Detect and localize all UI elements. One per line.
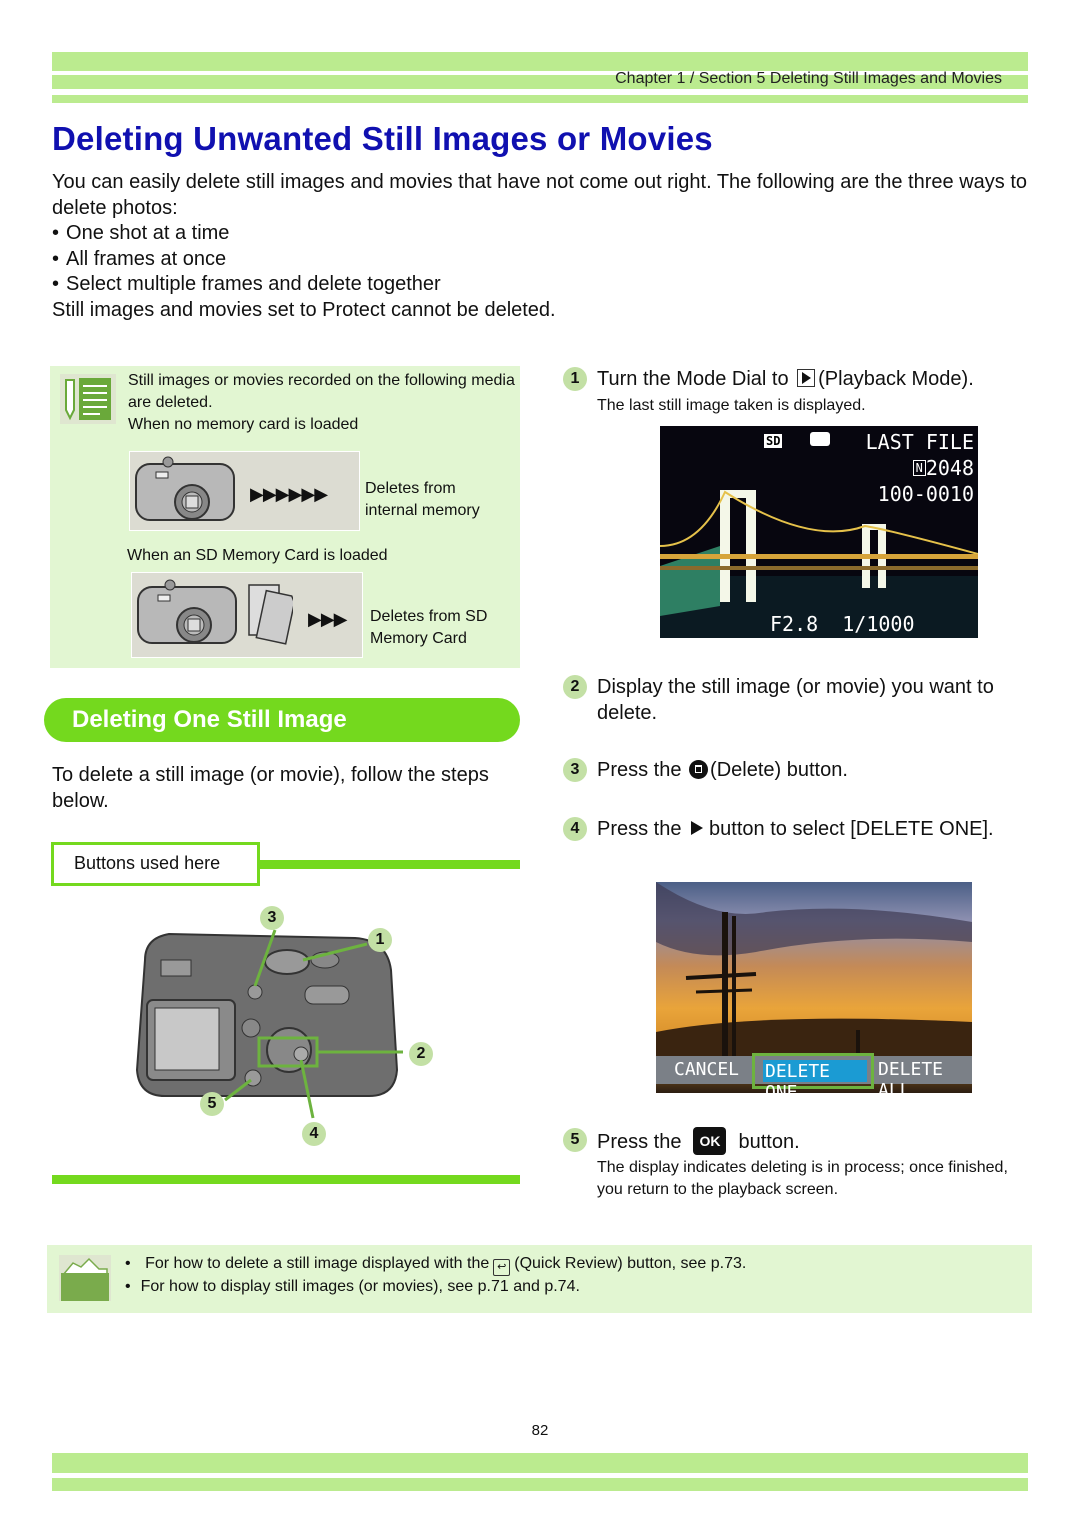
step-3-text: Press the (Delete) button.	[597, 757, 848, 783]
menu-selection-highlight: DELETE ONE	[752, 1053, 874, 1093]
camera-icon	[135, 456, 235, 521]
internal-memory-label: Deletes from internal memory	[365, 478, 480, 522]
delete-trash-icon	[689, 760, 709, 779]
step-text-part: (Playback Mode).	[818, 368, 974, 390]
label-line: Deletes from	[365, 480, 456, 497]
sd-card-label: Deletes from SD Memory Card	[370, 606, 487, 650]
menu-cancel[interactable]: CANCEL	[674, 1059, 739, 1080]
chapter-breadcrumb: Chapter 1 / Section 5 Deleting Still Ima…	[615, 70, 1002, 87]
step-text-part: Press the	[597, 759, 682, 781]
right-arrow-icon	[691, 821, 704, 835]
intro-lead: You can easily delete still images and m…	[52, 171, 1027, 219]
label-line: Deletes from SD	[370, 608, 488, 625]
buttons-used-label: Buttons used here	[51, 842, 260, 886]
note-panel: Still images or movies recorded on the f…	[50, 366, 520, 668]
step-text-part: (Delete) button.	[710, 759, 848, 781]
step-number: 4	[563, 817, 587, 841]
tip-panel: For how to delete a still image displaye…	[47, 1245, 1032, 1313]
section-intro: To delete a still image (or movie), foll…	[52, 764, 489, 812]
step-number: 1	[563, 367, 587, 391]
arrows-icon: ▶▶▶	[308, 609, 348, 629]
tip-text: (Quick Review) button, see p.73.	[514, 1255, 747, 1272]
intro-bullet: Select multiple frames and delete togeth…	[52, 272, 1032, 298]
memo-pencil-icon	[60, 374, 116, 424]
label-line: internal memory	[365, 502, 480, 519]
intro-bullet: All frames at once	[52, 247, 1032, 273]
step-5-subtext: The display indicates deleting is in pro…	[597, 1159, 1008, 1198]
callout-5: 5	[200, 1092, 224, 1116]
step-text-part: Turn the Mode Dial to	[597, 368, 789, 390]
ok-button-icon: OK	[693, 1127, 727, 1155]
camera-icon	[137, 579, 237, 644]
intro-closing: Still images and movies set to Protect c…	[52, 298, 556, 321]
tip-text: For how to delete a still image displaye…	[145, 1255, 490, 1272]
step-text-part: button to select [DELETE ONE].	[709, 818, 994, 840]
section-heading-text: Deleting One Still Image	[72, 706, 347, 733]
playback-mode-icon	[797, 369, 816, 387]
step-1-subtext: The last still image taken is displayed.	[597, 397, 866, 414]
menu-delete-one[interactable]: DELETE ONE	[765, 1061, 871, 1093]
callout-3: 3	[260, 906, 284, 930]
divider	[257, 860, 520, 869]
step-number: 5	[563, 1128, 587, 1152]
section-heading: Deleting One Still Image	[44, 698, 520, 742]
header-bar-top	[52, 52, 1028, 71]
page-number: 82	[531, 1422, 549, 1439]
intro-bullet: One shot at a time	[52, 221, 1032, 247]
step-2-text: Display the still image (or movie) you w…	[597, 676, 994, 724]
last-file-label: LAST FILE	[865, 430, 974, 454]
lcd-screen-last-file: SD LAST FILE N 2048 100-0010 F2.8 1/1000	[660, 426, 978, 638]
step-text-part: Press the	[597, 1131, 682, 1153]
divider	[52, 1175, 520, 1184]
header-bar-bottom	[52, 95, 1028, 103]
quality-badge: N	[912, 460, 926, 476]
no-card-heading: When no memory card is loaded	[128, 416, 359, 433]
buttons-used-text: Buttons used here	[74, 853, 221, 873]
page-title: Deleting Unwanted Still Images or Movies	[52, 120, 713, 157]
sd-badge: SD	[764, 434, 783, 448]
tip-item: For how to display still images (or movi…	[125, 1276, 746, 1298]
hint-hand-icon	[59, 1255, 111, 1301]
intro-text: You can easily delete still images and m…	[52, 170, 1032, 323]
callout-4: 4	[302, 1122, 326, 1146]
camera-mode-icon	[810, 432, 830, 446]
quick-review-icon: ↩	[493, 1259, 511, 1276]
footer-bar-bottom	[52, 1478, 1028, 1491]
sd-card-icon	[248, 584, 293, 645]
footer-bar-top	[52, 1453, 1028, 1473]
step-text-part: button.	[738, 1131, 800, 1153]
step-5-text: Press the OK button.	[597, 1127, 800, 1155]
exposure-info: F2.8 1/1000	[770, 612, 915, 636]
note-text: Still images or movies recorded on the f…	[128, 370, 518, 436]
tip-item: For how to delete a still image displaye…	[125, 1253, 746, 1276]
step-text-part: Press the	[597, 818, 682, 840]
menu-delete-all[interactable]: DELETE ALL	[878, 1059, 972, 1093]
callout-2: 2	[409, 1042, 433, 1066]
callout-1: 1	[368, 928, 392, 952]
sd-card-illustration: ▶▶▶	[131, 572, 363, 658]
step-number: 3	[563, 758, 587, 782]
sd-card-heading: When an SD Memory Card is loaded	[127, 547, 388, 564]
tip-list: For how to delete a still image displaye…	[125, 1253, 747, 1298]
arrows-icon: ▶▶▶▶▶▶	[250, 484, 328, 504]
lcd-screen-delete-menu: CANCEL DELETE ALL DELETE ONE	[656, 882, 972, 1093]
sunset-photo	[656, 882, 972, 1062]
image-size: N 2048	[912, 456, 974, 480]
file-number: 100-0010	[877, 482, 974, 506]
step-1-text: Turn the Mode Dial to (Playback Mode).	[597, 366, 974, 392]
step-4-text: Press the button to select [DELETE ONE].	[597, 816, 997, 842]
internal-memory-illustration: ▶▶▶▶▶▶	[129, 451, 360, 531]
step-number: 2	[563, 675, 587, 699]
note-line: Still images or movies recorded on the f…	[128, 372, 515, 411]
size-value: 2048	[925, 456, 974, 480]
label-line: Memory Card	[370, 630, 467, 647]
